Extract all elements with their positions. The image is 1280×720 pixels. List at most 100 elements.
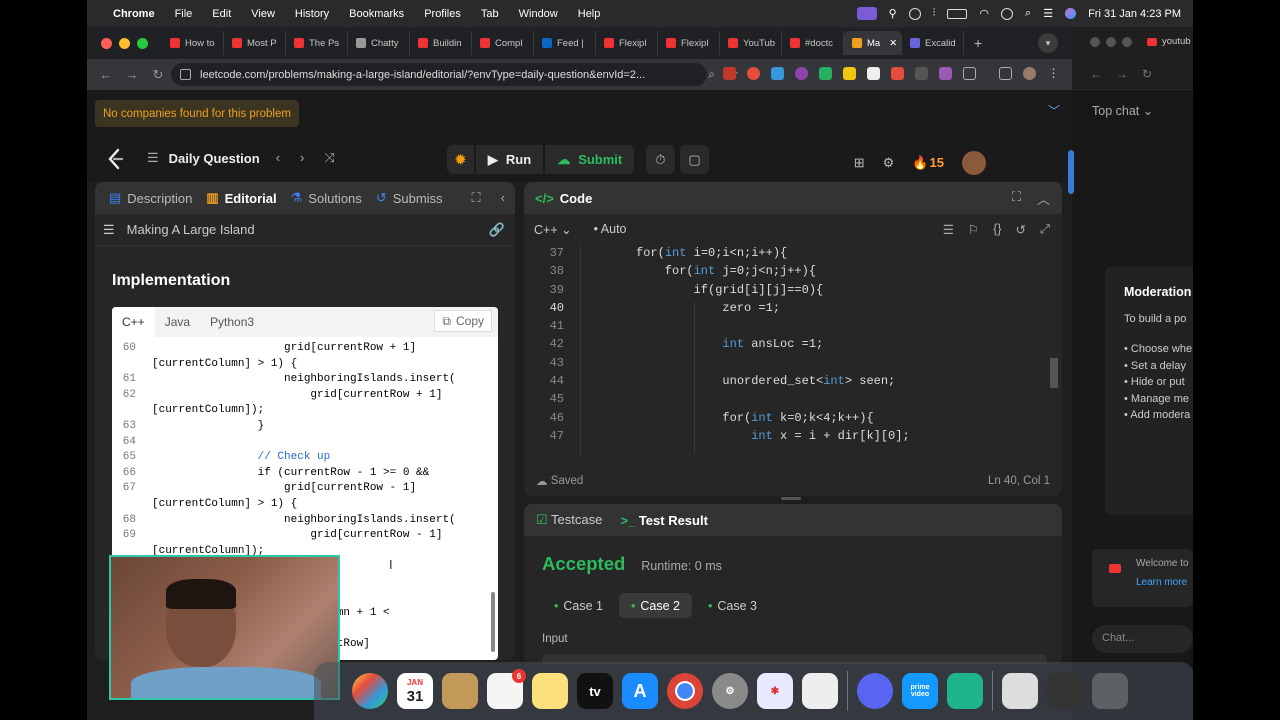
chevron-down-icon[interactable]: ﹀ (1048, 102, 1060, 119)
panel-resize-handle[interactable] (781, 497, 801, 500)
editor-scrollbar[interactable] (1050, 358, 1058, 388)
format-list-icon[interactable]: ☰ (943, 222, 954, 237)
case-1-tab[interactable]: • Case 1 (542, 593, 615, 618)
discord-app-icon[interactable] (857, 673, 893, 709)
browser-tab[interactable]: The Ps (286, 31, 348, 55)
auto-mode[interactable]: • Auto (594, 222, 627, 236)
browser-tab[interactable]: Flexipl (596, 31, 658, 55)
notes-icon[interactable]: ▢ (680, 145, 709, 174)
browser-tab[interactable]: Compl (472, 31, 534, 55)
top-chat-select[interactable]: Top chat ⌄ (1092, 103, 1153, 118)
screen-recorder-icon[interactable] (856, 7, 877, 20)
equalizer-icon[interactable]: ⫶ (933, 7, 936, 20)
browser-tab[interactable]: Most P (224, 31, 286, 55)
maximize-icon[interactable]: ⛶ (1012, 189, 1021, 208)
app-store-icon[interactable]: A (622, 673, 658, 709)
lang-tab-cpp[interactable]: C++ (112, 307, 155, 337)
browser-tab[interactable]: #doctc (782, 31, 844, 55)
browser-tab[interactable]: Excalid (902, 31, 964, 55)
prime-video-app-icon[interactable]: prime video (902, 673, 938, 709)
extension-icon[interactable] (819, 67, 832, 80)
new-tab-button[interactable]: + (974, 35, 982, 51)
chat-input[interactable]: Chat... (1092, 625, 1193, 653)
menu-help[interactable]: Help (578, 8, 601, 20)
extension-icon[interactable] (939, 67, 952, 80)
menu-history[interactable]: History (295, 8, 329, 20)
tab-description[interactable]: ▤ Description (109, 190, 192, 206)
language-select[interactable]: C++ ⌄ (534, 222, 572, 237)
reading-list-icon[interactable] (999, 67, 1012, 80)
pin-icon[interactable]: ⚲ (889, 7, 897, 20)
menu-window[interactable]: Window (519, 8, 558, 20)
braces-icon[interactable]: {} (993, 222, 1001, 237)
expand-icon[interactable]: ⤢ (1040, 222, 1050, 237)
menu-edit[interactable]: Edit (212, 8, 231, 20)
list-icon[interactable]: ☰ (147, 150, 159, 166)
menu-tab[interactable]: Tab (481, 8, 499, 20)
user-icon[interactable] (1001, 7, 1014, 20)
leetcode-logo-icon[interactable] (105, 148, 125, 170)
tab-editorial[interactable]: ▥ Editorial (206, 190, 276, 206)
tab-testcase[interactable]: ☑ Testcase (536, 512, 602, 528)
chat-nav-icons[interactable]: ←→↻ (1090, 67, 1166, 81)
zoom-window-button[interactable] (1122, 37, 1132, 47)
learn-more-link[interactable]: Learn more (1136, 577, 1193, 588)
search-icon[interactable]: ⌕ (1025, 7, 1031, 20)
browser-tab[interactable]: Buildin (410, 31, 472, 55)
browser-tab[interactable]: Chatty (348, 31, 410, 55)
timer-icon[interactable]: ⏱ (646, 145, 675, 174)
user-avatar[interactable] (962, 151, 986, 175)
battery-icon[interactable] (947, 8, 968, 19)
browser-tab[interactable]: How to (162, 31, 224, 55)
code-editor[interactable]: 37 for(int i=0;i<n;i++){38 for(int j=0;j<… (524, 246, 1062, 454)
address-bar[interactable]: leetcode.com/problems/making-a-large-isl… (171, 63, 739, 86)
chrome-menu-icon[interactable]: ⋮ (1047, 67, 1060, 80)
tab-submissions[interactable]: ↺ Submiss (376, 190, 443, 206)
collapse-left-icon[interactable]: ‹ (501, 190, 505, 206)
browser-tab[interactable]: Ma ✕ (844, 31, 902, 55)
run-button[interactable]: ▶ Run (475, 145, 544, 174)
trash-icon[interactable] (1092, 673, 1128, 709)
reset-icon[interactable]: ↺ (1016, 222, 1026, 237)
notes-app-icon[interactable] (532, 673, 568, 709)
calendar-app-icon[interactable]: JAN 31 (397, 673, 433, 709)
streak-counter[interactable]: 🔥 15 (912, 155, 944, 171)
apple-tv-app-icon[interactable]: tv (577, 673, 613, 709)
lang-tab-python3[interactable]: Python3 (200, 307, 264, 337)
submit-button[interactable]: ☁ Submit (545, 145, 635, 174)
back-arrow-icon[interactable]: ← (99, 67, 113, 82)
list-icon[interactable]: ☰ (103, 222, 115, 238)
chat-scrollbar[interactable] (1068, 150, 1074, 194)
settings-gear-icon[interactable]: ⚙ (883, 155, 895, 171)
bookmark-icon[interactable]: ⚐ (968, 222, 979, 237)
zoom-icon[interactable]: ⌕ (708, 67, 715, 82)
menu-file[interactable]: File (175, 8, 193, 20)
siri-icon[interactable] (1065, 8, 1077, 19)
extension-icon[interactable] (891, 67, 904, 80)
wifi-icon[interactable]: ◠ (979, 7, 989, 20)
extension-icon[interactable] (843, 67, 856, 80)
case-3-tab[interactable]: • Case 3 (696, 593, 769, 618)
extension-icon[interactable] (771, 67, 784, 80)
menu-app-name[interactable]: Chrome (113, 8, 155, 20)
menu-bookmarks[interactable]: Bookmarks (349, 8, 404, 20)
tab-solutions[interactable]: ⚗ Solutions (291, 190, 362, 206)
tab-search-button[interactable]: ▾ (1038, 33, 1058, 53)
minimize-window-button[interactable] (1106, 37, 1116, 47)
maximize-icon[interactable]: ⛶ (472, 190, 481, 206)
puzzle-extensions-icon[interactable] (963, 67, 976, 80)
case-2-tab[interactable]: • Case 2 (619, 593, 692, 618)
prev-next-shuffle-icons[interactable]: ‹›⤨ (276, 150, 355, 166)
extension-icon[interactable] (915, 67, 928, 80)
system-settings-icon[interactable]: ⚙ (712, 673, 748, 709)
link-icon[interactable]: 🔗 (489, 222, 505, 238)
play-icon[interactable] (908, 7, 921, 20)
notes-brown-app-icon[interactable] (442, 673, 478, 709)
creative-app-icon[interactable]: ✱ (757, 673, 793, 709)
extension-icon[interactable] (795, 67, 808, 80)
iphone-mirroring-icon[interactable] (802, 673, 838, 709)
collapse-up-icon[interactable]: ︿ (1037, 189, 1050, 208)
browser-tab[interactable]: YouTub (720, 31, 782, 55)
reminders-app-icon[interactable]: 6 (487, 669, 526, 709)
lang-tab-java[interactable]: Java (155, 307, 200, 337)
